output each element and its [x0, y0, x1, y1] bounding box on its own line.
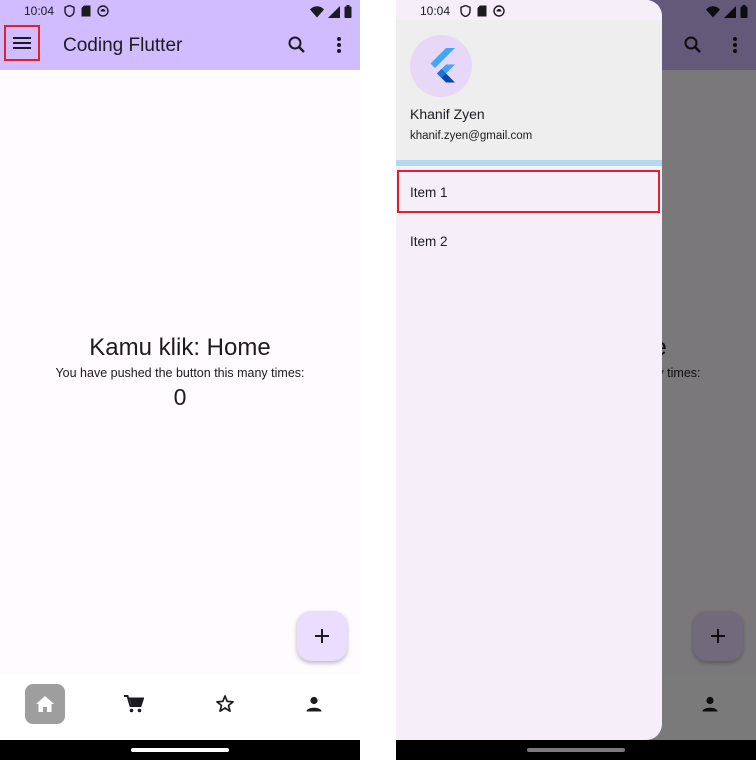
status-time: 10:04: [420, 4, 451, 18]
menu-button[interactable]: [4, 25, 40, 61]
add-icon: [315, 629, 329, 643]
home-icon: [36, 696, 54, 712]
cart-icon: [124, 695, 144, 713]
drawer-account-header: Khanif Zyen khanif.zyen@gmail.com: [396, 20, 662, 160]
drawer-item-1-label: Item 1: [410, 185, 448, 200]
nav-favorites[interactable]: [205, 684, 245, 724]
signal-icon: [328, 5, 340, 18]
battery-icon: [344, 5, 352, 18]
sync-icon: [97, 5, 109, 17]
shield-icon: [460, 5, 471, 17]
app-bar: Coding Flutter: [0, 24, 360, 70]
app-title: Coding Flutter: [63, 35, 183, 56]
nav-home[interactable]: [25, 684, 65, 724]
shield-icon: [64, 5, 75, 17]
sync-icon: [493, 5, 505, 17]
sd-card-icon: [81, 5, 91, 17]
drawer-status-bar: 10:04: [396, 0, 662, 20]
account-email: khanif.zyen@gmail.com: [410, 130, 533, 142]
add-fab-button[interactable]: [297, 611, 347, 661]
subtext: You have pushed the button this many tim…: [55, 366, 305, 380]
drawer-item-2[interactable]: Item 2: [410, 234, 448, 249]
content-area: Kamu klik: Home You have pushed the butt…: [0, 70, 360, 674]
nav-profile[interactable]: [294, 684, 334, 724]
sd-card-icon: [477, 5, 487, 17]
counter-value: 0: [173, 384, 187, 410]
search-icon[interactable]: [286, 34, 308, 56]
status-time: 10:04: [24, 4, 55, 18]
drawer-header-divider: [396, 160, 662, 166]
menu-icon: [13, 37, 31, 49]
more-vert-icon[interactable]: [330, 34, 348, 56]
gesture-navigation-bar: [0, 740, 360, 760]
nav-cart[interactable]: [114, 684, 154, 724]
flutter-logo-icon: [430, 48, 455, 83]
star-icon: [216, 695, 234, 713]
account-name: Khanif Zyen: [410, 106, 485, 122]
headline-text: Kamu klik: Home: [89, 334, 271, 361]
gesture-handle[interactable]: [131, 748, 229, 752]
phone-screen-drawer-open: 10:04 Kamu klik: Home You have pushed th…: [396, 0, 756, 760]
person-icon: [306, 696, 322, 712]
account-avatar[interactable]: [410, 35, 472, 97]
bottom-navigation: [0, 674, 360, 740]
phone-screen-main: 10:04 Coding Flutter Kamu klik: Home You…: [0, 0, 360, 760]
navigation-drawer: 10:04 Khanif Zyen khanif.zyen@gmail.com: [396, 0, 662, 740]
status-bar: 10:04: [0, 0, 360, 24]
wifi-icon: [310, 5, 324, 17]
